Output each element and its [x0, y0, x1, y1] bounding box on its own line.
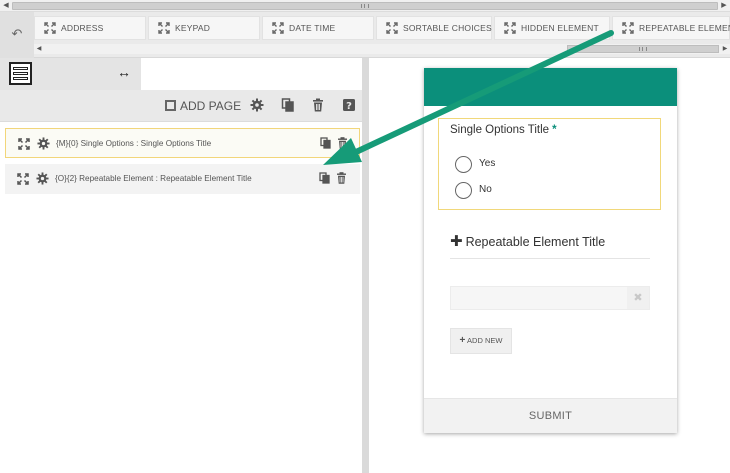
- structure-topbar: ↔: [0, 58, 362, 90]
- submit-button[interactable]: SUBMIT: [424, 398, 677, 433]
- move-icon: [504, 22, 516, 34]
- trash-icon[interactable]: [311, 98, 325, 112]
- tool-label: KEYPAD: [175, 23, 211, 33]
- add-new-plus: +: [459, 335, 466, 346]
- tool-label: DATE TIME: [289, 23, 336, 33]
- top-horizontal-scrollbar[interactable]: ◀ ▶: [0, 0, 730, 12]
- divider: [450, 258, 650, 259]
- tool-hidden-element[interactable]: HIDDEN ELEMENT: [494, 16, 610, 40]
- add-new-button[interactable]: + ADD NEW: [450, 328, 512, 354]
- move-icon: [272, 22, 284, 34]
- elements-list: {M}{0} Single Options : Single Options T…: [0, 122, 362, 473]
- page-actions-bar: ADD PAGE ?: [0, 90, 362, 122]
- move-icon: [386, 22, 398, 34]
- move-icon: [622, 22, 634, 34]
- move-icon[interactable]: [18, 138, 30, 150]
- radio-label-no: No: [479, 184, 492, 195]
- scrollbar-thumb[interactable]: [12, 2, 718, 10]
- panel-splitter[interactable]: [362, 58, 369, 473]
- add-page-button[interactable]: ADD PAGE: [165, 99, 241, 113]
- add-page-icon: [165, 100, 176, 111]
- element-label: {O}{2} Repeatable Element : Repeatable E…: [55, 174, 252, 183]
- tool-label: HIDDEN ELEMENT: [521, 23, 599, 33]
- element-row-single-options[interactable]: {M}{0} Single Options : Single Options T…: [5, 128, 360, 158]
- repeatable-title-text: Repeatable Element Title: [465, 235, 606, 249]
- move-icon[interactable]: [17, 173, 29, 185]
- radio-label-yes: Yes: [479, 158, 496, 169]
- copy-icon[interactable]: [281, 98, 295, 112]
- required-mark: *: [552, 124, 557, 136]
- form-builder: ◀ ▶ ↶ ADDRESS KEYPAD DATE TIME SORTABLE …: [0, 0, 730, 473]
- tool-label: REPEATABLE ELEMENT: [639, 23, 730, 33]
- scroll-left-arrow-icon[interactable]: ◀: [1, 1, 11, 11]
- svg-text:?: ?: [346, 101, 352, 112]
- tool-date-time[interactable]: DATE TIME: [262, 16, 374, 40]
- tool-repeatable-element[interactable]: REPEATABLE ELEMENT: [612, 16, 730, 40]
- radio-yes[interactable]: [455, 156, 472, 173]
- radio-no[interactable]: [455, 182, 472, 199]
- remove-item-icon[interactable]: ✖: [627, 287, 649, 309]
- gear-icon[interactable]: [250, 98, 264, 112]
- scroll-right-arrow-icon[interactable]: ▶: [720, 44, 730, 54]
- form-header: [424, 68, 677, 106]
- tool-keypad[interactable]: KEYPAD: [148, 16, 260, 40]
- gear-icon[interactable]: [37, 137, 50, 150]
- tool-label: SORTABLE CHOICES: [403, 23, 492, 33]
- element-label: {M}{0} Single Options : Single Options T…: [56, 139, 212, 148]
- help-icon[interactable]: ?: [342, 98, 356, 112]
- tool-address[interactable]: ADDRESS: [34, 16, 146, 40]
- repeatable-element-title: ✚ Repeatable Element Title: [450, 232, 605, 250]
- scroll-left-arrow-icon[interactable]: ◀: [34, 44, 44, 54]
- element-row-repeatable[interactable]: {O}{2} Repeatable Element : Repeatable E…: [5, 164, 360, 194]
- move-icon: [44, 22, 56, 34]
- expand-panel-icon[interactable]: ↔: [117, 64, 131, 80]
- toolbox-scrollbar-thumb[interactable]: [567, 45, 719, 53]
- toolbox-scrollbar[interactable]: ◀ ▶: [34, 44, 730, 54]
- repeatable-item-field[interactable]: ✖: [450, 286, 650, 310]
- add-new-label: ADD NEW: [467, 336, 503, 345]
- scroll-right-arrow-icon[interactable]: ▶: [719, 1, 729, 11]
- trash-icon[interactable]: [337, 137, 348, 149]
- tool-sortable-choices[interactable]: SORTABLE CHOICES: [376, 16, 492, 40]
- add-page-label: ADD PAGE: [180, 99, 242, 113]
- undo-icon[interactable]: ↶: [0, 12, 34, 58]
- single-options-question[interactable]: Single Options Title * Yes No: [438, 118, 661, 210]
- copy-icon[interactable]: [320, 137, 331, 149]
- move-icon: [158, 22, 170, 34]
- tool-label: ADDRESS: [61, 23, 104, 33]
- structure-panel: ↔ ADD PAGE ? {M}{0} Single Options : Sin…: [0, 58, 362, 473]
- plus-icon: ✚: [450, 233, 463, 250]
- gear-icon[interactable]: [36, 172, 49, 185]
- form-preview-card: Single Options Title * Yes No ✚ Repeatable…: [424, 68, 677, 433]
- element-toolbox: ↶ ADDRESS KEYPAD DATE TIME SORTABLE CHOI…: [0, 12, 730, 58]
- trash-icon[interactable]: [336, 172, 347, 184]
- form-preview-panel: Single Options Title * Yes No ✚ Repeatable…: [369, 58, 730, 473]
- question-title-text: Single Options Title: [450, 124, 550, 136]
- layout-icon[interactable]: [9, 62, 32, 85]
- question-title: Single Options Title *: [450, 124, 557, 136]
- copy-icon[interactable]: [319, 172, 330, 184]
